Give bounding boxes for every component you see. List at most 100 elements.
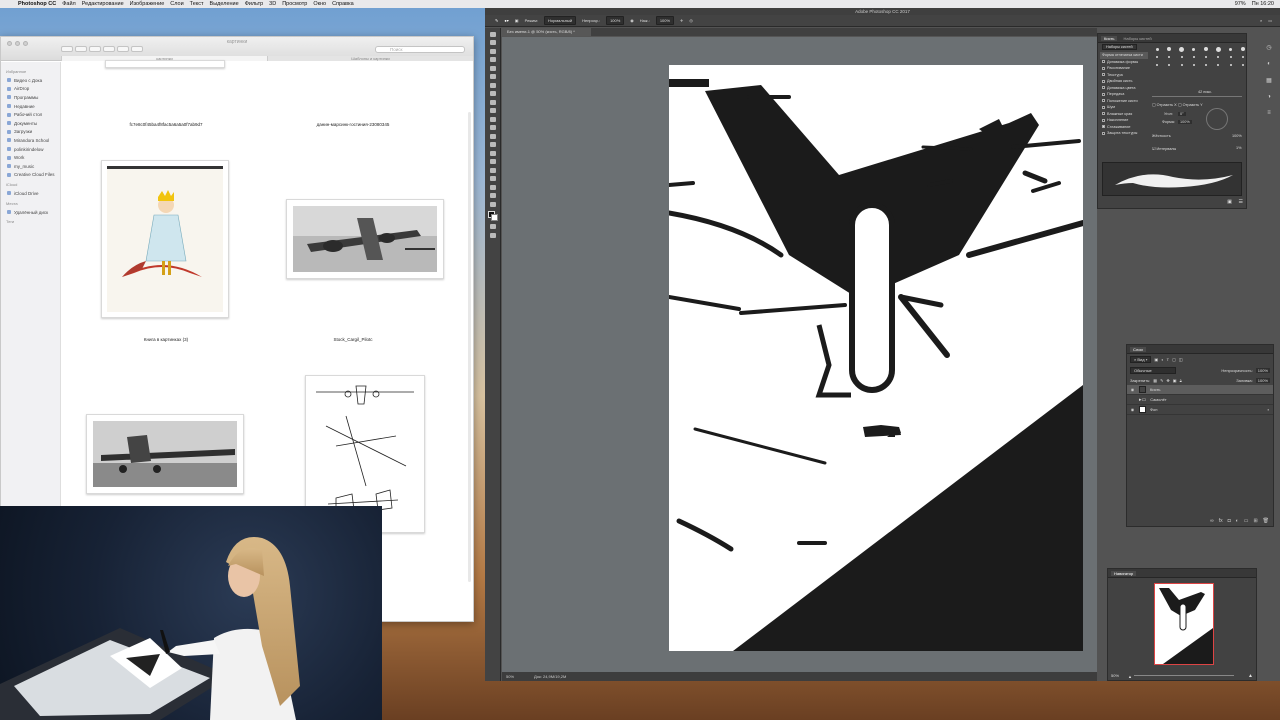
finder-scrollbar[interactable] xyxy=(468,112,471,582)
quick-mask-icon[interactable] xyxy=(489,224,496,229)
brush-option-protect-texture[interactable]: Защита текстуры xyxy=(1100,130,1148,137)
filter-smart-icon[interactable]: ◫ xyxy=(1179,357,1183,362)
sidebar-item-icloud-drive[interactable]: iCloud Drive xyxy=(4,189,57,198)
file-thumbnail-plane-photo[interactable] xyxy=(286,199,444,279)
type-tool-icon[interactable] xyxy=(489,159,496,164)
lock-position-icon[interactable]: ✥ xyxy=(1166,378,1169,383)
zoom-tool-icon[interactable] xyxy=(489,193,496,198)
layer-name[interactable]: Фон xyxy=(1150,407,1157,412)
sidebar-item-documents[interactable]: Документы xyxy=(4,119,57,128)
brush-tip[interactable] xyxy=(1201,62,1211,68)
flip-x-checkbox[interactable]: ▢ Отразить X xyxy=(1152,102,1177,107)
menu-app-name[interactable]: Photoshop CC xyxy=(18,1,56,7)
filter-kind-select[interactable]: ⌕ Вид ▾ xyxy=(1130,356,1152,363)
brush-tip[interactable] xyxy=(1152,54,1162,60)
adjustment-layer-icon[interactable]: ◐ xyxy=(1236,518,1239,524)
checkbox-icon[interactable] xyxy=(1102,112,1105,116)
menu-item-layers[interactable]: Слои xyxy=(170,1,183,7)
layer-row-plane[interactable]: ▸▭ Самолёт xyxy=(1127,395,1273,405)
file-caption[interactable]: данин-марсинк-гостиния-23080345 xyxy=(263,122,443,127)
lock-paint-icon[interactable]: ✎ xyxy=(1160,378,1163,383)
brush-tip[interactable] xyxy=(1213,54,1223,60)
spacing-checkbox[interactable]: ☑ Интервалы xyxy=(1152,146,1176,151)
zoom-out-icon[interactable]: ▲ xyxy=(1128,674,1132,679)
checkbox-icon[interactable] xyxy=(1102,60,1105,64)
new-group-icon[interactable]: ▭ xyxy=(1244,518,1249,524)
file-caption[interactable]: fc7e8c0f45ba4f8fac5a6a5a0f7ab9d7 xyxy=(76,122,256,127)
file-thumbnail-partial[interactable] xyxy=(105,60,225,68)
eye-icon[interactable]: ◉ xyxy=(1130,387,1135,392)
zoom-in-icon[interactable]: ▲ xyxy=(1248,673,1253,679)
workspace-icon[interactable]: ▭ xyxy=(1268,18,1272,23)
stamp-tool-icon[interactable] xyxy=(489,99,496,105)
layer-name[interactable]: Кисть xyxy=(1150,387,1160,392)
eye-icon[interactable]: ◉ xyxy=(1130,407,1135,412)
sidebar-item-creative-cloud[interactable]: Creative Cloud Files xyxy=(4,171,57,180)
finder-tab-templates[interactable]: Шаблоны и картинки xyxy=(267,56,473,61)
menu-item-select[interactable]: Выделение xyxy=(210,1,239,7)
brush-tip[interactable] xyxy=(1201,54,1211,60)
canvas-area[interactable] xyxy=(502,37,1097,672)
layer-opacity-field[interactable]: 100% xyxy=(1255,368,1270,373)
brush-tip[interactable] xyxy=(1152,62,1162,68)
sidebar-item-desktop[interactable]: Рабочий стол xyxy=(4,110,57,119)
brush-tip[interactable] xyxy=(1177,46,1187,52)
color-icon[interactable]: ◐ xyxy=(1267,61,1271,67)
menu-item-file[interactable]: Файл xyxy=(62,1,76,7)
checkbox-icon[interactable] xyxy=(1102,66,1105,70)
checkbox-icon[interactable] xyxy=(1102,79,1105,83)
sidebar-item-music[interactable]: my_music xyxy=(4,162,57,171)
spacing-value[interactable]: 1% xyxy=(1236,146,1242,150)
menu-item-window[interactable]: Окно xyxy=(313,1,326,7)
checkbox-icon[interactable] xyxy=(1102,105,1105,109)
brush-tip[interactable] xyxy=(1238,54,1248,60)
brush-tip[interactable] xyxy=(1164,46,1174,52)
sidebar-item-downloads[interactable]: Загрузки xyxy=(4,128,57,137)
file-caption[interactable]: Книга в картинках (3) xyxy=(76,337,256,342)
dodge-tool-icon[interactable] xyxy=(489,142,496,147)
flow-field[interactable]: 100% xyxy=(655,16,675,25)
brush-tip[interactable] xyxy=(1164,54,1174,60)
hand-tool-icon[interactable] xyxy=(489,184,496,190)
checkbox-icon[interactable] xyxy=(1102,86,1105,90)
brush-tip[interactable] xyxy=(1226,46,1236,52)
layer-name[interactable]: Самолёт xyxy=(1150,397,1166,402)
brush-tip[interactable] xyxy=(1164,62,1174,68)
file-caption[interactable]: Stock_Cargil_Pilotc xyxy=(263,337,443,342)
filter-type-icon[interactable]: T xyxy=(1167,357,1169,362)
brush-tip[interactable] xyxy=(1189,62,1199,68)
sidebar-item-applications[interactable]: Программы xyxy=(4,93,57,102)
filter-shape-icon[interactable]: ▢ xyxy=(1172,357,1176,362)
shape-tool-icon[interactable] xyxy=(489,176,496,181)
layer-style-icon[interactable]: fx xyxy=(1219,518,1223,524)
gallery-view-button[interactable] xyxy=(103,46,115,52)
sidebar-item-recents[interactable]: Недавние xyxy=(4,102,57,111)
background-color-swatch[interactable] xyxy=(491,213,498,221)
file-thumbnail-little-prince[interactable] xyxy=(101,160,229,318)
document-canvas[interactable] xyxy=(669,65,1083,651)
tab-brush[interactable]: Кисть xyxy=(1101,35,1118,41)
history-icon[interactable]: ◷ xyxy=(1266,44,1271,51)
tab-navigator[interactable]: Навигатор xyxy=(1111,570,1137,576)
pressure-size-icon[interactable]: ◎ xyxy=(689,18,693,23)
brush-tip[interactable] xyxy=(1213,62,1223,68)
fill-field[interactable]: 100% xyxy=(1255,378,1270,383)
layer-row-brush[interactable]: ◉ Кисть xyxy=(1127,385,1273,395)
menu-item-3d[interactable]: 3D xyxy=(269,1,276,7)
hardness-value[interactable]: 100% xyxy=(1232,134,1242,138)
move-tool-icon[interactable] xyxy=(489,31,496,37)
sidebar-item-video[interactable]: Видео с Дока xyxy=(4,76,57,85)
sidebar-item-school[interactable]: Mirandora School xyxy=(4,136,57,145)
create-new-brush-icon[interactable]: ▣ xyxy=(1227,199,1232,205)
quick-select-tool-icon[interactable] xyxy=(489,57,496,62)
sidebar-item-work[interactable]: Work xyxy=(4,153,57,162)
brush-tool-icon[interactable]: ✎ xyxy=(495,18,498,23)
new-layer-icon[interactable]: ⊞ xyxy=(1253,518,1257,524)
sidebar-item-remote-disk[interactable]: Удалённый диск xyxy=(4,208,57,217)
opacity-field[interactable]: 100% xyxy=(606,16,625,25)
adjustments-icon[interactable]: ◑ xyxy=(1267,94,1271,100)
search-icon[interactable]: ⌕ xyxy=(1260,18,1262,23)
menu-item-view[interactable]: Просмотр xyxy=(282,1,307,7)
tab-layers[interactable]: Слои xyxy=(1130,346,1146,352)
marquee-tool-icon[interactable] xyxy=(489,40,496,45)
